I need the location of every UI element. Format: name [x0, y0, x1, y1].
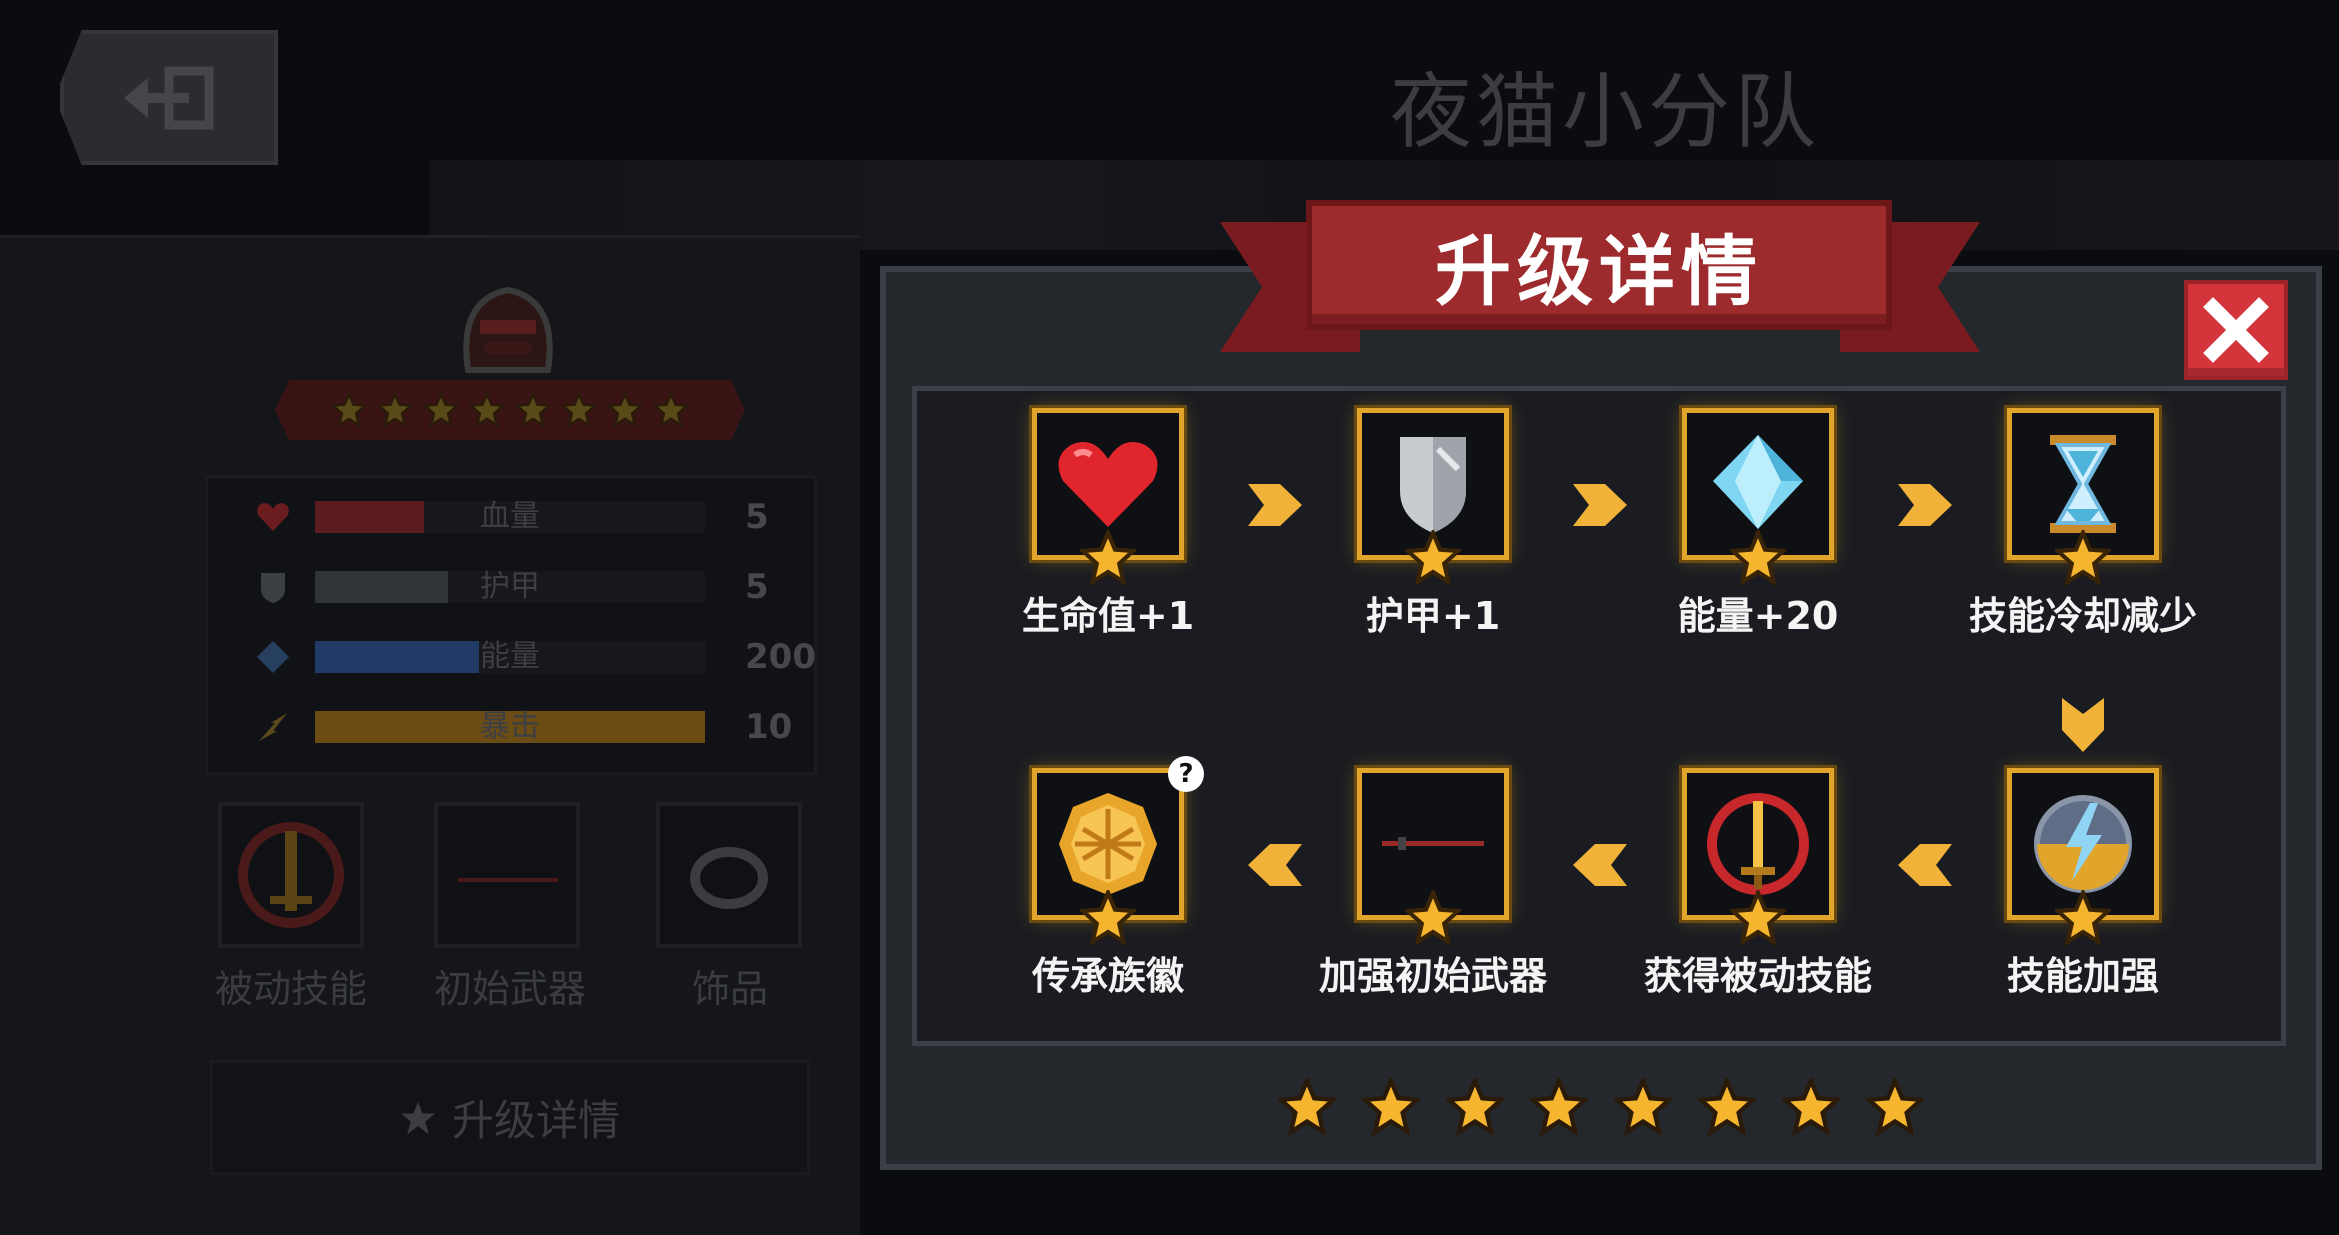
node-label-health: 生命值+1 [1021, 594, 1195, 638]
crit-label: 暴击 [480, 709, 540, 744]
arrow-right-icon [1248, 484, 1302, 526]
passive-skill-sword-icon [238, 822, 344, 928]
node-label-weapon: 加强初始武器 [1318, 954, 1547, 998]
armor-bar: 护甲 [315, 571, 705, 603]
rating-star-icon [1866, 1078, 1924, 1136]
ribbon-star-icon [607, 392, 643, 428]
stat-row-armor: 护甲 5 [255, 567, 805, 607]
starting-weapon-label: 初始武器 [433, 967, 586, 1011]
arrow-left-icon [1573, 844, 1627, 886]
ribbon-star-icon [653, 392, 689, 428]
crest-icon [1059, 793, 1157, 895]
node-star-badge-icon [1080, 890, 1136, 946]
node-label-passive-skill: 获得被动技能 [1643, 954, 1872, 998]
shield-icon [261, 573, 285, 603]
node-star-badge-icon [2055, 530, 2111, 586]
energy-value: 200 [745, 637, 816, 677]
arrow-left-icon [1898, 844, 1952, 886]
stat-row-crit: 暴击 10 [255, 707, 805, 747]
arrow-right-icon [1573, 484, 1627, 526]
starting-weapon-icon [458, 878, 558, 882]
info-badge[interactable]: ? [1168, 756, 1204, 792]
rating-star-icon [1362, 1078, 1420, 1136]
modal-title: 升级详情 [1306, 200, 1892, 330]
arrow-right-icon [1898, 484, 1952, 526]
arrow-down-icon [2062, 698, 2104, 752]
back-button[interactable] [60, 30, 278, 165]
rating-star-icon [1782, 1078, 1840, 1136]
node-label-cooldown: 技能冷却减少 [1968, 594, 2197, 638]
hero-star-ribbon [275, 380, 745, 440]
hourglass-icon [2050, 435, 2116, 533]
passive-skill-slot[interactable] [218, 802, 364, 948]
rating-star-icon [1614, 1078, 1672, 1136]
close-icon [2203, 297, 2269, 363]
health-value: 5 [745, 497, 769, 537]
team-title: 夜猫小分队 [1389, 65, 1820, 160]
star-rating [1278, 1078, 1924, 1136]
node-star-badge-icon [1405, 530, 1461, 586]
rating-star-icon [1698, 1078, 1756, 1136]
energy-bar: 能量 [315, 641, 705, 673]
accessory-slot[interactable] [656, 802, 802, 948]
node-label-skill-boost: 技能加强 [2006, 954, 2159, 998]
ribbon-star-icon [561, 392, 597, 428]
node-label-armor: 护甲+1 [1365, 594, 1501, 638]
upgrade-details-label: 升级详情 [451, 1096, 620, 1145]
skill-boost-icon [2034, 795, 2132, 893]
node-star-badge-icon [1730, 890, 1786, 946]
close-button[interactable] [2184, 280, 2288, 380]
rating-star-icon [1530, 1078, 1588, 1136]
node-star-badge-icon [2055, 890, 2111, 946]
rating-star-icon [1278, 1078, 1336, 1136]
stat-row-energy: 能量 200 [255, 637, 816, 677]
ribbon-star-icon [423, 392, 459, 428]
ribbon-star-icon [515, 392, 551, 428]
upgrade-details-button[interactable]: 升级详情 [210, 1060, 810, 1175]
crit-bar: 暴击 [315, 711, 705, 743]
passive-sword-icon [1707, 793, 1809, 895]
crit-icon [259, 713, 287, 741]
armor-label: 护甲 [480, 569, 540, 604]
ribbon-star-icon [377, 392, 413, 428]
heart-icon [257, 503, 289, 531]
arrow-left-icon [1248, 844, 1302, 886]
exit-icon [124, 66, 214, 129]
rating-star-icon [1446, 1078, 1504, 1136]
accessory-ring-icon [690, 847, 768, 909]
hero-avatar-icon [463, 286, 553, 373]
node-star-badge-icon [1405, 890, 1461, 946]
energy-icon [257, 641, 289, 673]
heart-icon [1058, 442, 1158, 527]
weapon-icon [1382, 837, 1484, 850]
health-bar: 血量 [315, 501, 705, 533]
armor-value: 5 [745, 567, 769, 607]
ribbon-star-icon [469, 392, 505, 428]
health-label: 血量 [480, 499, 540, 534]
accessory-label: 饰品 [691, 967, 768, 1011]
node-star-badge-icon [1730, 530, 1786, 586]
stat-row-health: 血量 5 [255, 497, 805, 537]
node-label-crest: 传承族徽 [1031, 954, 1184, 998]
ribbon-star-icon [331, 392, 367, 428]
node-label-energy: 能量+20 [1677, 594, 1839, 638]
energy-crystal-icon [1713, 435, 1803, 529]
energy-label: 能量 [480, 639, 540, 674]
shield-icon [1400, 437, 1466, 533]
crit-value: 10 [745, 707, 793, 747]
passive-skill-label: 被动技能 [214, 967, 367, 1011]
star-icon [400, 1101, 436, 1134]
node-star-badge-icon [1080, 530, 1136, 586]
starting-weapon-slot[interactable] [434, 802, 580, 948]
